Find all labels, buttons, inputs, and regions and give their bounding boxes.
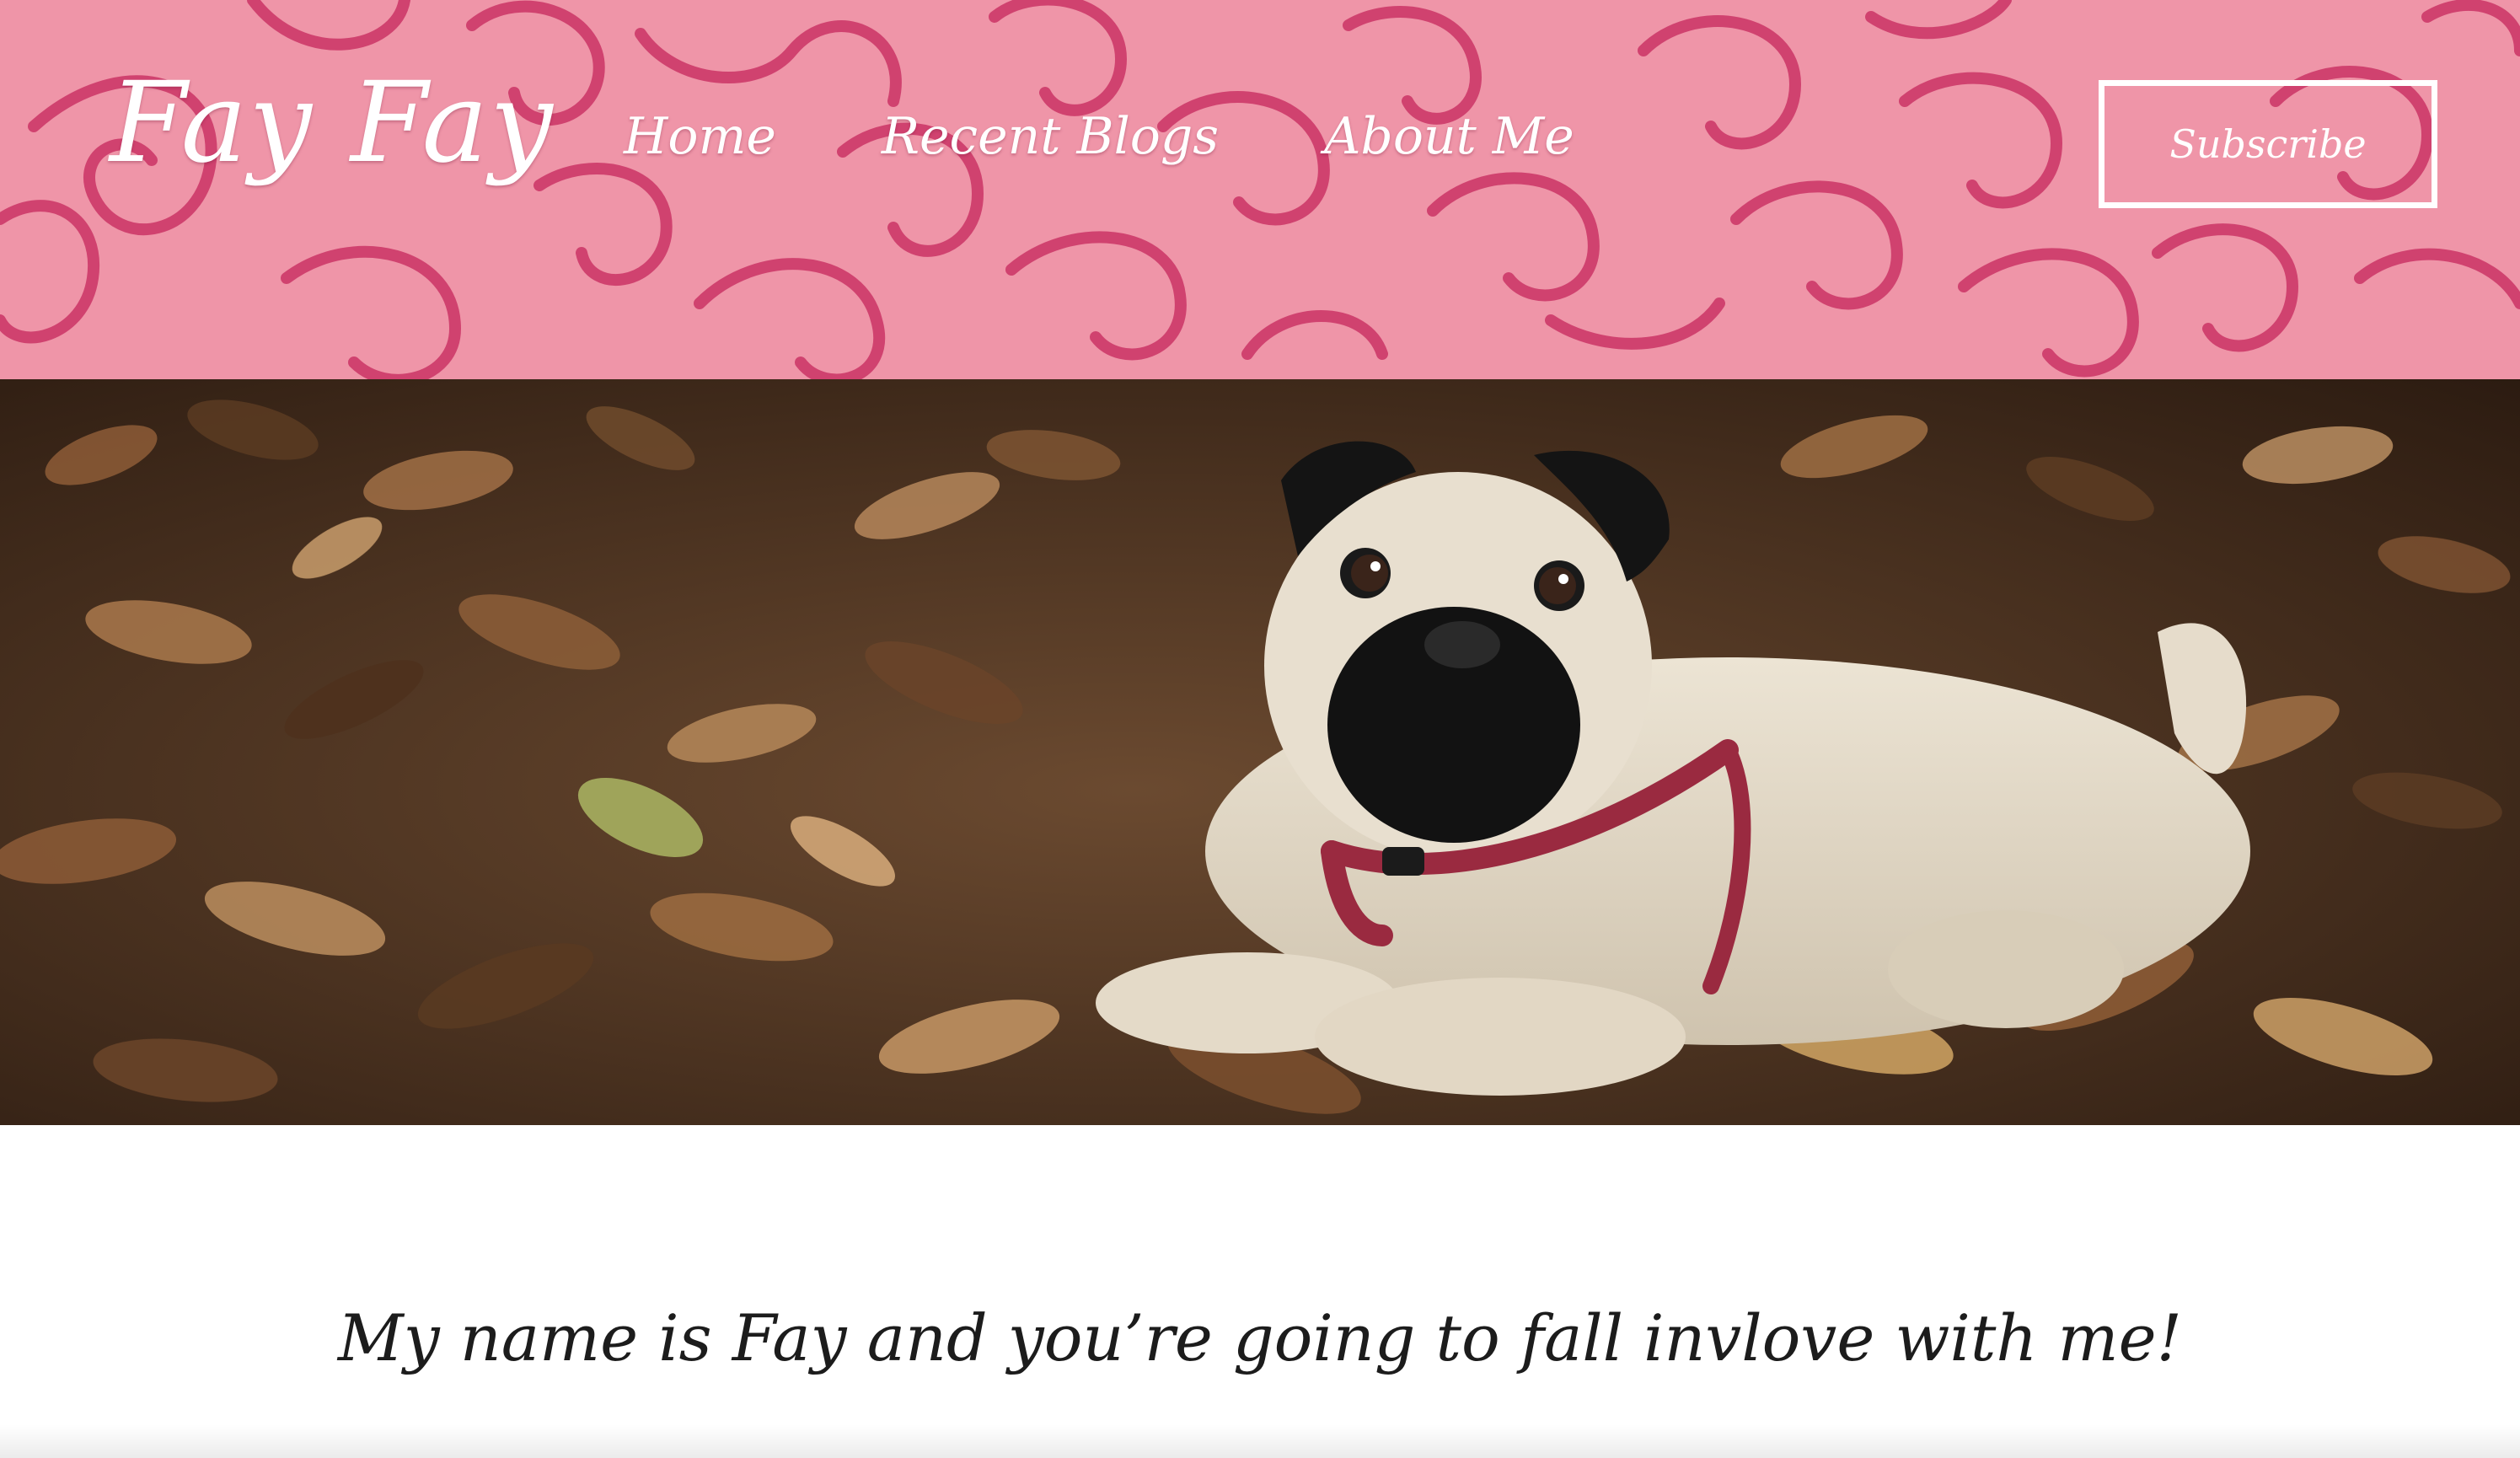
pug-on-autumn-leaves-photo: [0, 379, 2520, 1125]
nav-home-link[interactable]: Home: [624, 111, 776, 162]
intro-tagline: My name is Fay and you’re going to fall …: [337, 1300, 2183, 1375]
subscribe-button[interactable]: Subscribe: [2099, 80, 2437, 208]
main-nav: Home Recent Blogs About Me: [624, 111, 1574, 162]
site-logo-title[interactable]: Fay Fay: [110, 67, 555, 179]
hero-image: [0, 379, 2520, 1125]
subscribe-label: Subscribe: [2169, 121, 2367, 167]
page: Fay Fay Home Recent Blogs About Me Subsc…: [0, 0, 2520, 1458]
nav-about-me-link[interactable]: About Me: [1324, 111, 1574, 162]
bottom-shadow: [0, 1424, 2520, 1458]
intro-section: My name is Fay and you’re going to fall …: [0, 1125, 2520, 1458]
nav-recent-blogs-link[interactable]: Recent Blogs: [882, 111, 1219, 162]
site-header: Fay Fay Home Recent Blogs About Me Subsc…: [0, 0, 2520, 379]
